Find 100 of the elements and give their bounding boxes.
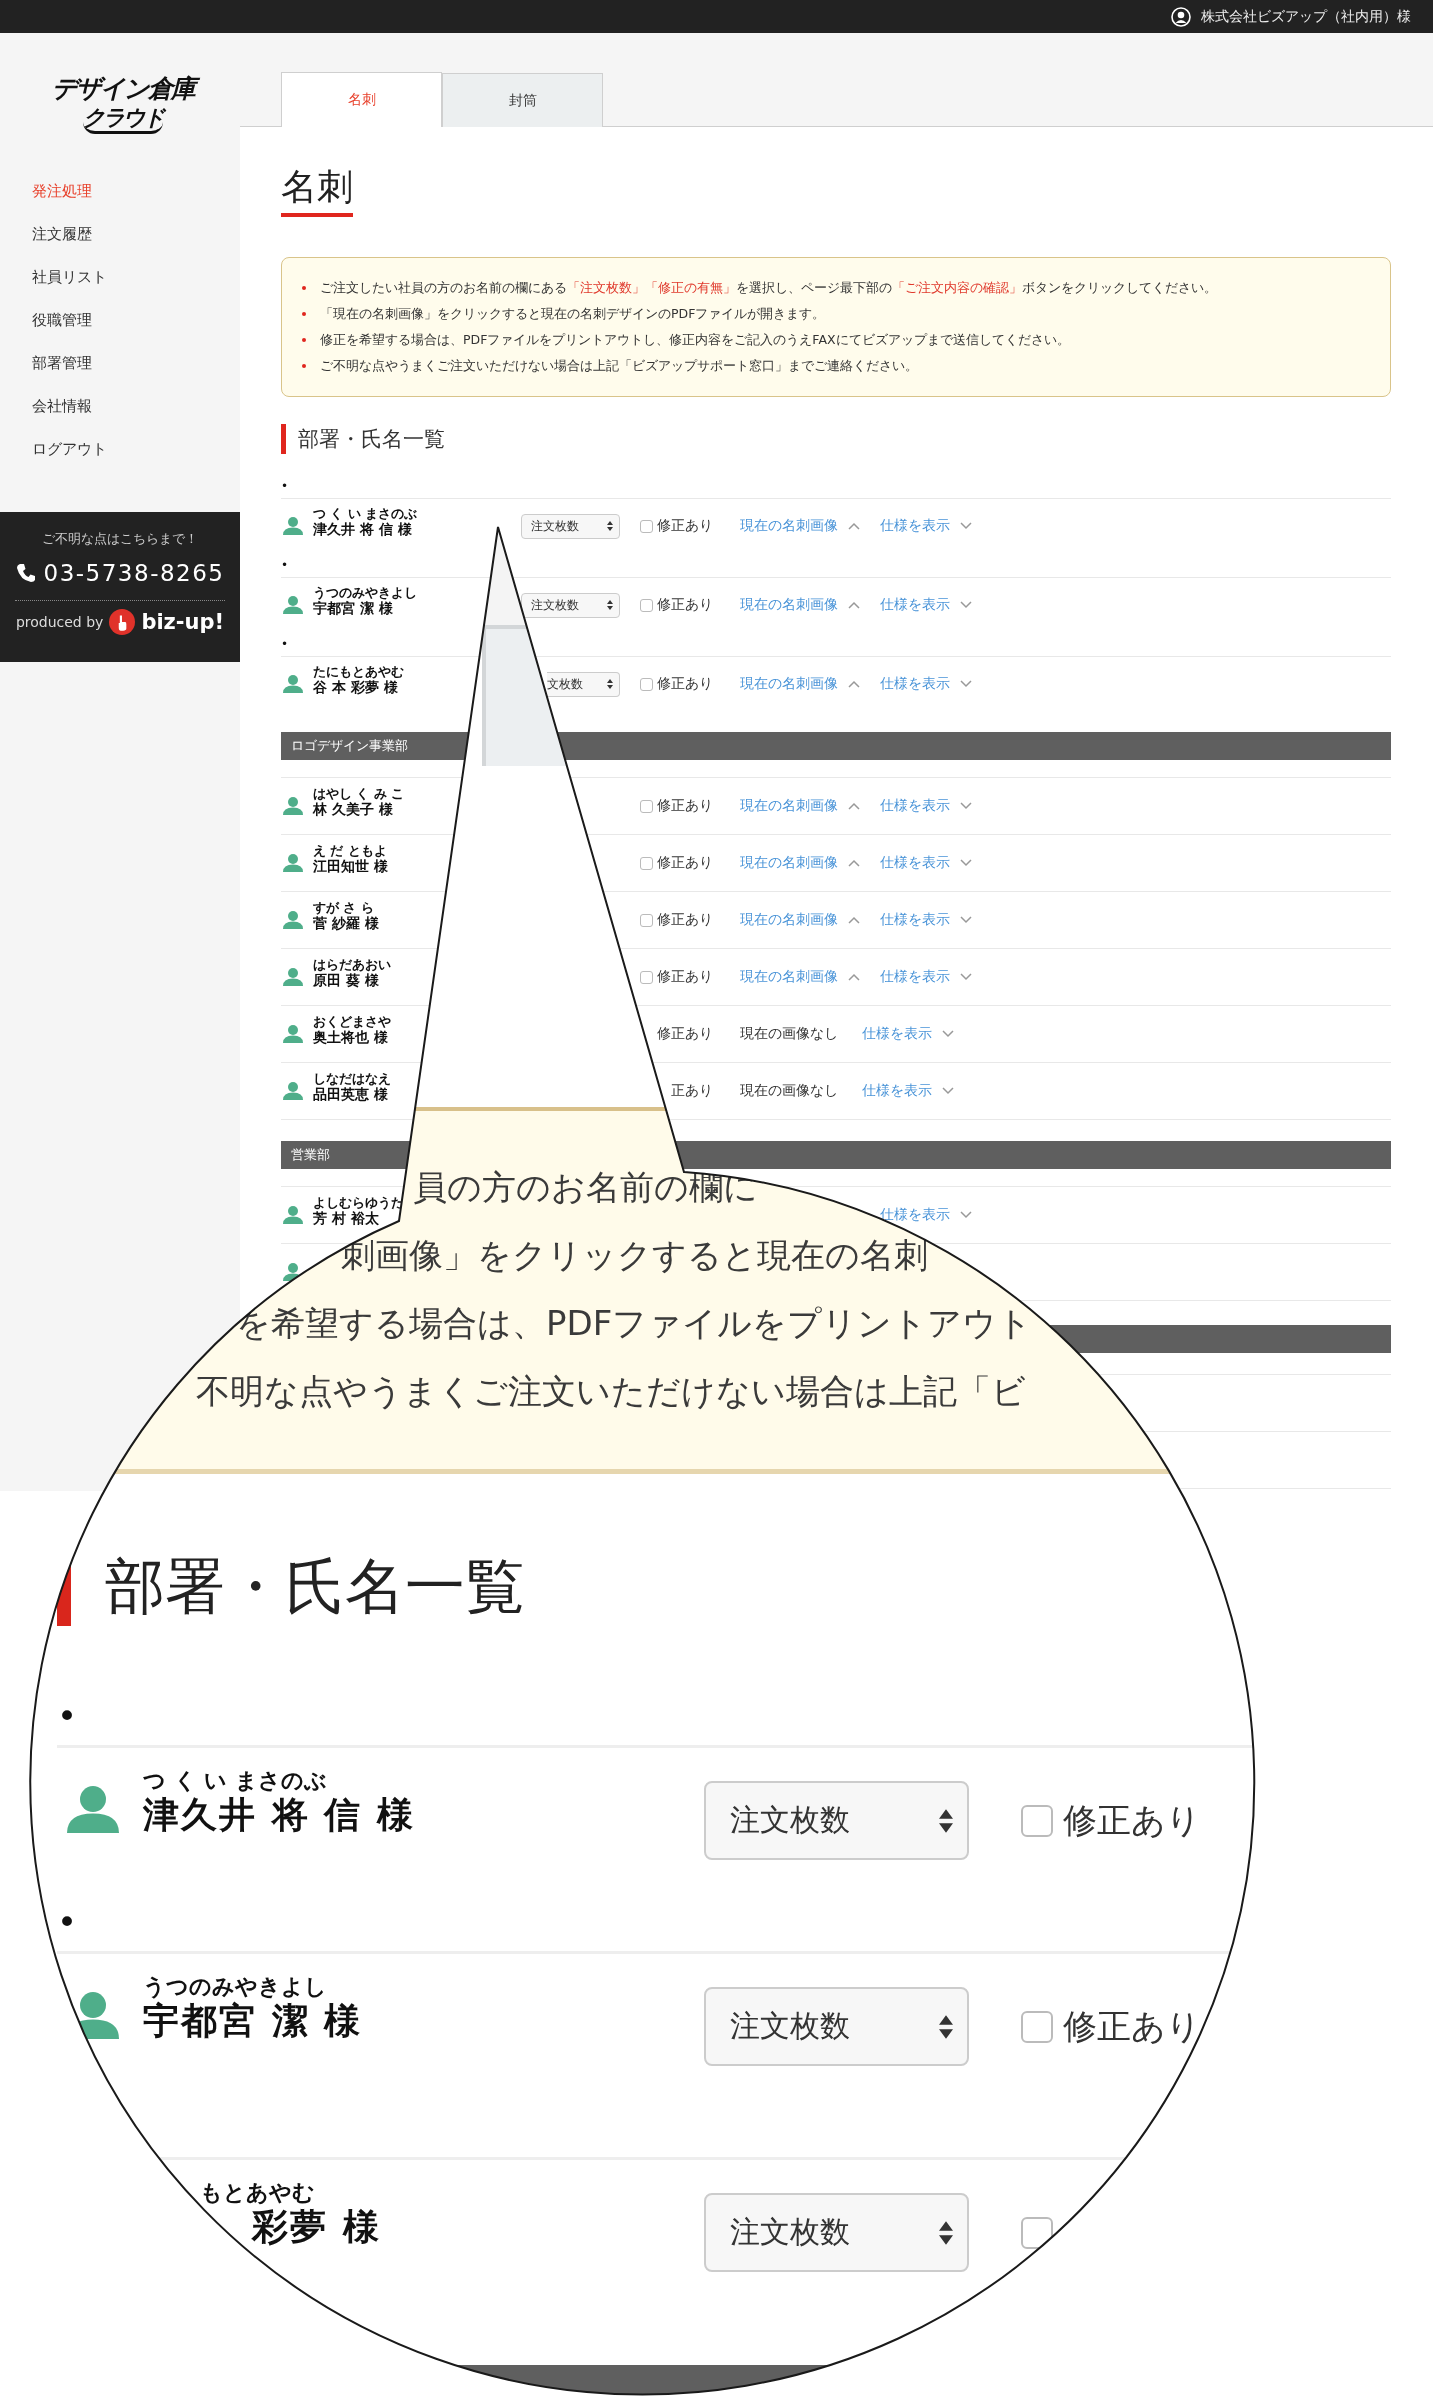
order-select[interactable]: 注文枚数 bbox=[521, 513, 620, 539]
checkbox[interactable] bbox=[640, 913, 653, 927]
order-select[interactable]: 注文枚数 bbox=[521, 592, 620, 618]
tab[interactable]: 名刺 bbox=[281, 72, 442, 127]
person-icon bbox=[283, 854, 303, 872]
employee-name: 谷 本 彩夢 様 bbox=[313, 678, 399, 696]
checkbox-label[interactable]: 修正あり bbox=[657, 1025, 713, 1043]
chevron-down-icon bbox=[942, 1030, 954, 1038]
caret-up-icon bbox=[848, 802, 860, 810]
caret-up-icon bbox=[848, 522, 860, 530]
sort-arrows-icon bbox=[607, 600, 613, 610]
bullet-icon bbox=[302, 286, 306, 290]
name-reading: たにもとあやむ bbox=[313, 664, 404, 679]
page-title: 名刺 bbox=[281, 165, 353, 217]
no-image-text: 現在の画像なし bbox=[740, 1082, 838, 1100]
magnified-section-title: 部署・氏名一覧 bbox=[57, 1546, 525, 1626]
person-icon bbox=[283, 1025, 303, 1043]
logo[interactable]: デザイン倉庫 クラウド bbox=[34, 76, 212, 146]
name-reading: しなだはなえ bbox=[313, 1071, 391, 1086]
list-bullet: • bbox=[57, 1696, 78, 1736]
person-icon bbox=[283, 911, 303, 929]
employee-name: 彩夢 様 bbox=[252, 2206, 381, 2248]
checkbox-label[interactable]: 修正あり bbox=[657, 675, 713, 693]
phone-number[interactable]: 03-5738-8265 bbox=[43, 560, 225, 586]
checkbox-label[interactable]: 修正あり bbox=[657, 517, 713, 535]
department-name: 営業部 bbox=[291, 1147, 330, 1162]
checkbox[interactable] bbox=[640, 799, 653, 813]
name-reading: え だ ともよ bbox=[313, 843, 387, 858]
notice-text: 修正を希望する場合は、PDFファイルをプリントアウトし、修正内容をご記入のうえFAXにてビズアップまで送信してください。 bbox=[320, 331, 1070, 349]
chevron-down-icon bbox=[960, 601, 972, 609]
chevron-down-icon bbox=[960, 680, 972, 688]
name-reading: つ く い まさのぶ bbox=[313, 506, 418, 521]
checkbox-label[interactable]: 修正あり bbox=[657, 596, 713, 614]
order-select[interactable]: 文枚数 bbox=[547, 671, 620, 697]
employee-name: 津久井 将 信 様 bbox=[143, 1794, 415, 1836]
employee-name: 原田 葵 様 bbox=[313, 971, 380, 989]
brand-name: biz-up! bbox=[141, 610, 225, 634]
sidebar-item[interactable]: 部署管理 bbox=[0, 342, 92, 385]
person-icon bbox=[283, 1206, 303, 1224]
name-reading: もとあやむ bbox=[200, 2180, 315, 2206]
list-bullet: • bbox=[281, 479, 289, 493]
checkbox-label[interactable]: 修正あり bbox=[657, 968, 713, 986]
account-icon[interactable] bbox=[1171, 6, 1191, 27]
employee-name: 菅 紗羅 様 bbox=[313, 914, 379, 932]
name-reading: おくどまさや bbox=[313, 1014, 391, 1029]
name-reading: はやし く み こ bbox=[313, 786, 405, 801]
logo-icon bbox=[109, 609, 136, 635]
phone-icon bbox=[15, 563, 36, 583]
caret-up-icon bbox=[848, 859, 860, 867]
employee-name: 芳 村 裕太 bbox=[313, 1209, 379, 1227]
account-name[interactable]: 株式会社ビズアップ（社内用）様 bbox=[1201, 7, 1411, 26]
sidebar-item[interactable]: 社員リスト bbox=[0, 256, 107, 299]
order-select[interactable]: 注文枚数 bbox=[704, 2193, 969, 2272]
order-select[interactable]: 注文枚数 bbox=[704, 1781, 969, 1860]
tab[interactable]: 封筒 bbox=[442, 73, 603, 127]
notice-text: ご不明な点やうまくご注文いただけない場合は上記「ビズアップサポート窓口」までご連絡ください。 bbox=[320, 357, 918, 375]
sidebar-item[interactable]: 会社情報 bbox=[0, 385, 92, 428]
checkbox-label[interactable]: 修正あり bbox=[1063, 2003, 1201, 2050]
sort-arrows-icon bbox=[939, 1807, 953, 1834]
caret-up-icon bbox=[848, 601, 860, 609]
name-reading: うつのみやきよし bbox=[313, 585, 417, 600]
chevron-down-icon bbox=[960, 973, 972, 981]
chevron-down-icon bbox=[960, 802, 972, 810]
checkbox-label[interactable]: 修正あり bbox=[657, 797, 713, 815]
sidebar-item[interactable]: 役職管理 bbox=[0, 299, 92, 342]
checkbox[interactable] bbox=[1021, 2216, 1053, 2249]
caret-up-icon bbox=[848, 680, 860, 688]
employee-name: 江田知世 様 bbox=[313, 857, 388, 875]
person-icon bbox=[283, 517, 303, 535]
sidebar-item[interactable]: ログアウト bbox=[0, 428, 107, 471]
section-title: 部署・氏名一覧 bbox=[281, 424, 1391, 454]
no-image-text: 現在の画像なし bbox=[740, 1025, 838, 1043]
checkbox[interactable] bbox=[640, 519, 653, 533]
person-icon bbox=[283, 968, 303, 986]
checkbox[interactable] bbox=[640, 598, 653, 612]
checkbox[interactable] bbox=[640, 856, 653, 870]
sidebar-item[interactable]: 発注処理 bbox=[0, 170, 92, 213]
checkbox-label[interactable]: 正あり bbox=[657, 1082, 713, 1100]
order-select[interactable]: 注文枚数 bbox=[704, 1987, 969, 2066]
name-reading: すが さ ら bbox=[313, 900, 375, 915]
sidebar-item[interactable]: 注文履歴 bbox=[0, 213, 92, 256]
checkbox[interactable] bbox=[1021, 2010, 1053, 2043]
employee-name: 宇都宮 潔 様 bbox=[313, 599, 393, 617]
employee-name: 宇都宮 潔 様 bbox=[143, 2000, 363, 2042]
bullet-icon bbox=[302, 338, 306, 342]
employee-name: 津久井 将 信 様 bbox=[313, 520, 413, 538]
checkbox[interactable] bbox=[640, 677, 653, 691]
person-icon bbox=[283, 596, 303, 614]
list-bullet: • bbox=[57, 1902, 78, 1942]
checkbox[interactable] bbox=[640, 970, 653, 984]
chevron-down-icon bbox=[960, 522, 972, 530]
magnified-notice-text: 不明な点やうまくご注文いただけない場合は上記「ビ bbox=[196, 1370, 1026, 1413]
checkbox-label[interactable]: 修正あり bbox=[657, 911, 713, 929]
employee-name: 品田英恵 様 bbox=[313, 1085, 389, 1103]
checkbox-label[interactable]: 修正あり bbox=[657, 854, 713, 872]
checkbox-label[interactable]: 修正あり bbox=[1063, 1797, 1201, 1844]
chevron-down-icon bbox=[942, 1087, 954, 1095]
person-icon bbox=[283, 797, 303, 815]
produced-by-label: produced by bbox=[15, 614, 104, 630]
checkbox[interactable] bbox=[1021, 1804, 1053, 1837]
